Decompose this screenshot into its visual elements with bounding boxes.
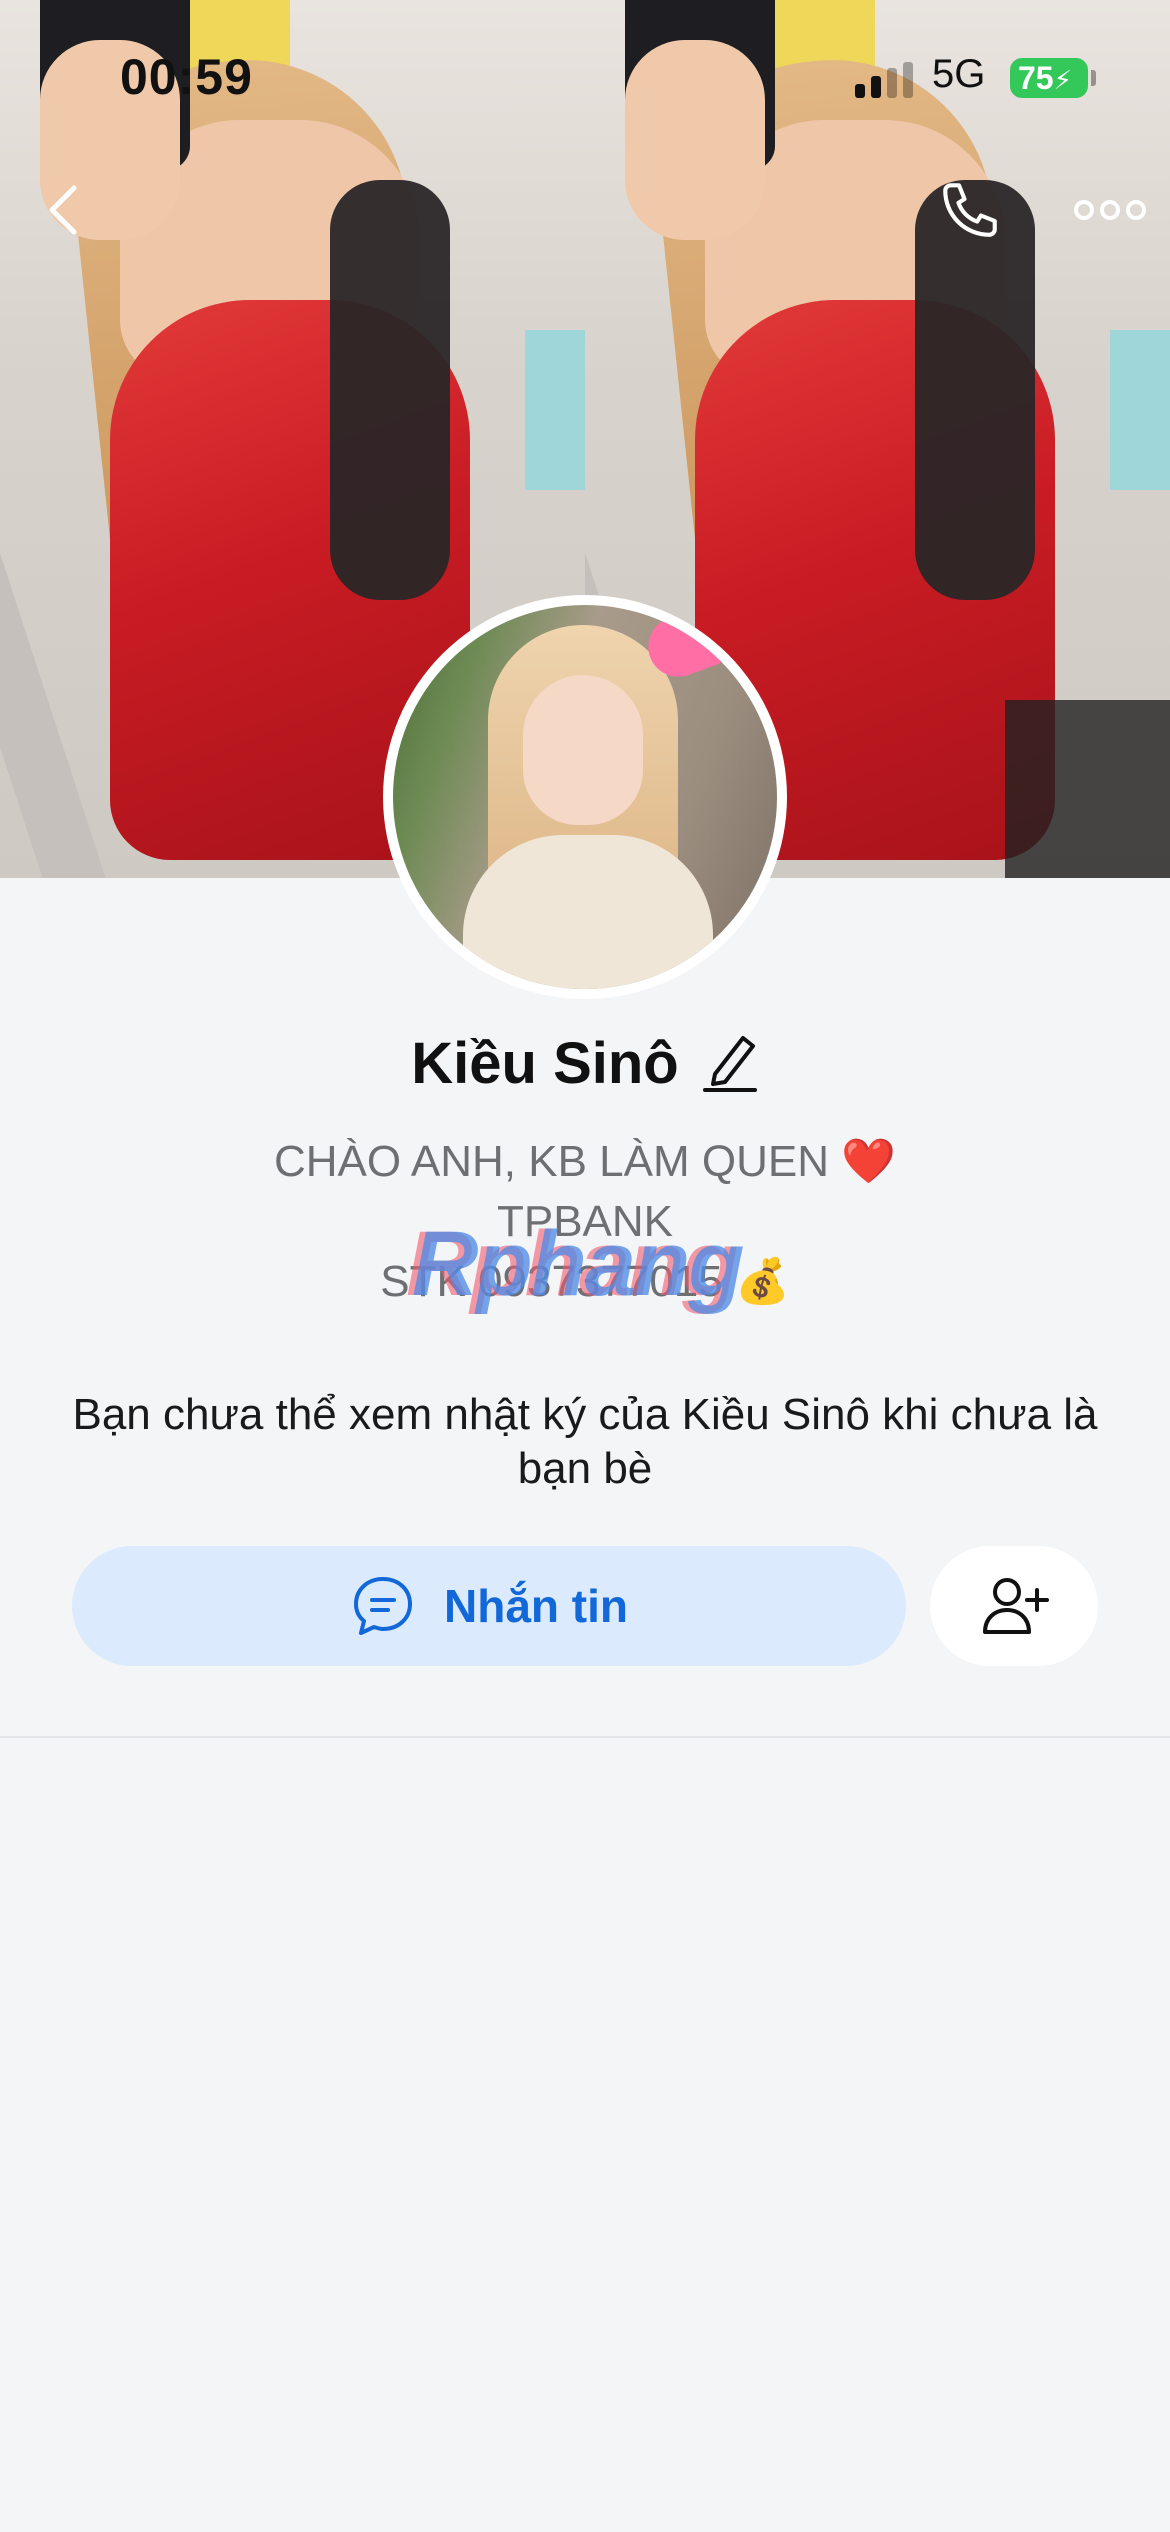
more-button[interactable] [1065,170,1155,250]
status-time: 00:59 [120,49,253,105]
status-bar: 00:59 5G 75⚡ [0,0,1170,140]
watermark: Rphang [412,1213,744,1315]
chat-bubble-icon [354,1577,412,1635]
edit-name-button[interactable] [701,1030,759,1097]
chevron-left-icon [49,185,77,235]
more-horizontal-icon [1074,200,1146,220]
message-button[interactable]: Nhắn tin [72,1546,906,1666]
battery-level: 75 [1018,60,1054,96]
avatar[interactable] [383,595,787,999]
avatar-photo [393,605,777,989]
call-button[interactable] [930,170,1010,250]
battery-icon: 75⚡ [1010,58,1088,98]
profile-name: Kiều Sinô [411,1031,679,1096]
phone-icon [943,183,997,237]
privacy-notice: Bạn chưa thể xem nhật ký của Kiều Sinô k… [72,1390,1098,1493]
back-button[interactable] [24,170,104,250]
network-type: 5G [932,52,986,96]
add-user-icon [983,1578,1049,1634]
pencil-icon [702,1036,757,1092]
name-row: Kiều Sinô [0,1030,1170,1097]
bio-line: CHÀO ANH, KB LÀM QUEN ❤️ [273,1137,896,1186]
section-divider [0,1736,1170,1738]
add-friend-button[interactable] [930,1546,1098,1666]
message-button-label: Nhắn tin [444,1580,628,1632]
cellular-signal-icon [855,62,917,98]
battery-tip [1091,70,1096,86]
